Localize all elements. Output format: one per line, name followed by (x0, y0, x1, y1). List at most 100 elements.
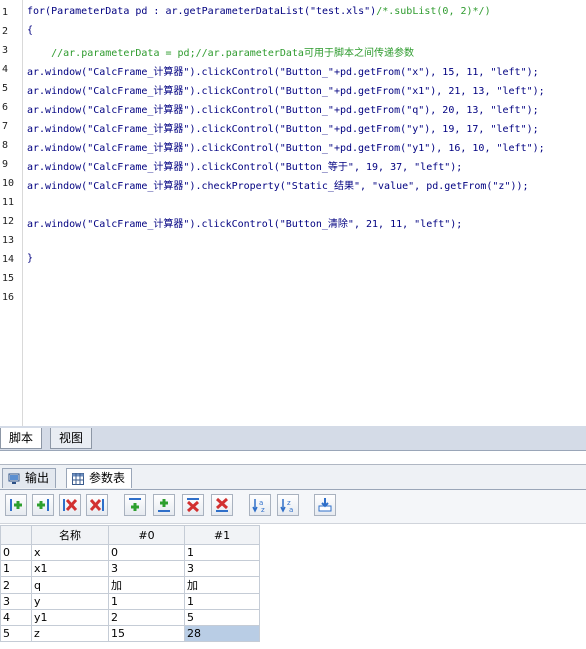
code-line[interactable]: 2{ (0, 23, 586, 42)
row-index-cell: 0 (0, 544, 32, 561)
delete-row-alt-button[interactable] (211, 494, 233, 516)
tab-view[interactable]: 视图 (50, 428, 93, 449)
code-line[interactable]: 7 ar.window("CalcFrame_计算器").clickControl… (0, 118, 586, 137)
table-row[interactable]: 5 z 15 28 (0, 625, 260, 642)
sort-descending-icon: za (280, 499, 293, 513)
import-icon (318, 498, 332, 512)
tab-output[interactable]: 输出 (2, 468, 57, 488)
table-cell[interactable]: 2 (108, 609, 185, 626)
line-number: 13 (2, 235, 15, 246)
code-text[interactable]: ar.window("CalcFrame_计算器").checkProperty… (27, 177, 529, 192)
insert-column-after-icon (37, 499, 49, 511)
line-number: 3 (2, 45, 9, 56)
line-number: 14 (2, 254, 15, 265)
code-text[interactable]: ar.window("CalcFrame_计算器").clickControl(… (27, 139, 545, 154)
tab-script[interactable]: 脚本 (0, 428, 43, 449)
table-cell[interactable]: x1 (31, 560, 109, 577)
insert-column-after-button[interactable] (32, 494, 54, 516)
table-row[interactable]: 0x01 (0, 544, 260, 561)
tab-parameter-table[interactable]: 参数表 (66, 468, 133, 488)
code-text[interactable]: for(ParameterData pd : ar.getParameterDa… (27, 6, 491, 17)
insert-column-before-button[interactable] (5, 494, 27, 516)
delete-column-alt-button[interactable] (86, 494, 108, 516)
table-cell[interactable]: 28 (184, 625, 260, 642)
code-text[interactable]: //ar.parameterData = pd;//ar.parameterDa… (27, 44, 414, 59)
table-row[interactable]: 4 y1 2 5 (0, 609, 260, 626)
line-number: 1 (2, 7, 9, 18)
table-row[interactable]: 2q加加 (0, 576, 260, 594)
line-number: 10 (2, 178, 15, 189)
code-comment: /*.subList(0, 2)*/) (376, 6, 491, 17)
row-index-cell: 3 (0, 593, 32, 610)
code-line[interactable]: 13 (0, 232, 586, 251)
import-button[interactable] (314, 494, 336, 516)
code-line[interactable]: 10 ar.window("CalcFrame_计算器").checkProper… (0, 175, 586, 194)
grid-header-row: 名称 #0 #1 (0, 525, 260, 545)
table-cell[interactable]: 15 (108, 625, 185, 642)
table-cell[interactable]: 加 (108, 576, 185, 594)
table-cell[interactable]: 5 (184, 609, 260, 626)
code-text[interactable]: ar.window("CalcFrame_计算器").clickControl(… (27, 215, 462, 230)
table-row[interactable]: 3y11 (0, 593, 260, 610)
code-text[interactable]: ar.window("CalcFrame_计算器").clickControl(… (27, 120, 539, 135)
column-header-1[interactable]: #1 (184, 525, 260, 545)
sort-ascending-button[interactable]: az (249, 494, 271, 516)
table-cell[interactable]: z (31, 625, 109, 642)
tab-parameter-table-label: 参数表 (89, 471, 126, 485)
code-line[interactable]: 6 ar.window("CalcFrame_计算器").clickControl… (0, 99, 586, 118)
code-text[interactable]: ar.window("CalcFrame_计算器").clickControl(… (27, 101, 539, 116)
code-text[interactable]: ar.window("CalcFrame_计算器").clickControl(… (27, 82, 545, 97)
code-line[interactable]: 11 (0, 194, 586, 213)
table-row[interactable]: 1 x1 3 3 (0, 560, 260, 577)
code-text[interactable]: ar.window("CalcFrame_计算器").clickControl(… (27, 63, 539, 78)
table-cell[interactable]: y (31, 593, 109, 610)
code-text[interactable]: ar.window("CalcFrame_计算器").clickControl(… (27, 158, 462, 173)
table-cell[interactable]: q (31, 576, 109, 594)
code-line[interactable]: 5 ar.window("CalcFrame_计算器").clickControl… (0, 80, 586, 99)
table-icon (72, 472, 84, 485)
code-line[interactable]: 3 //ar.parameterData = pd;//ar.parameter… (0, 42, 586, 61)
row-index-cell: 1 (0, 560, 32, 577)
table-cell[interactable]: 3 (108, 560, 185, 577)
code-line[interactable]: 12 ar.window("CalcFrame_计算器").clickContro… (0, 213, 586, 232)
line-number: 15 (2, 273, 15, 284)
monitor-icon (8, 472, 20, 484)
code-line[interactable]: 8 ar.window("CalcFrame_计算器").clickControl… (0, 137, 586, 156)
column-header-name[interactable]: 名称 (31, 525, 109, 545)
insert-row-below-icon (158, 499, 170, 512)
table-cell[interactable]: y1 (31, 609, 109, 626)
delete-column-icon (63, 498, 78, 512)
delete-column-button[interactable] (59, 494, 81, 516)
table-cell[interactable]: 1 (108, 593, 185, 610)
code-line[interactable]: 16 (0, 289, 586, 308)
table-cell[interactable]: 0 (108, 544, 185, 561)
table-cell[interactable]: x (31, 544, 109, 561)
script-tab-bar: 脚本 视图 (0, 426, 586, 451)
insert-row-below-button[interactable] (153, 494, 175, 516)
parameter-grid[interactable]: 名称 #0 #1 0 x 0 1 1 x1 3 3 2 q 加加 3 y 1 1 4 y1 2 5 5 z 15 28 (0, 525, 260, 642)
column-header-0[interactable]: #0 (108, 525, 185, 545)
sort-descending-button[interactable]: za (277, 494, 299, 516)
code-statement: ar.window("CalcFrame_计算器").clickControl(… (27, 105, 539, 116)
code-line[interactable]: 14} (0, 251, 586, 270)
code-statement: ar.window("CalcFrame_计算器").clickControl(… (27, 124, 539, 135)
code-statement: ar.window("CalcFrame_计算器").clickControl(… (27, 219, 463, 230)
code-line[interactable]: 9 ar.window("CalcFrame_计算器").clickControl… (0, 156, 586, 175)
code-statement: } (27, 253, 34, 264)
tab-output-label: 输出 (25, 471, 50, 485)
code-editor[interactable]: 1 for(ParameterData pd : ar.getParameterD… (0, 0, 586, 427)
code-line[interactable]: 4 ar.window("CalcFrame_计算器").clickControl… (0, 61, 586, 80)
delete-row-icon (186, 498, 200, 513)
table-cell[interactable]: 1 (184, 593, 260, 610)
insert-row-above-button[interactable] (124, 494, 146, 516)
delete-row-button[interactable] (182, 494, 204, 516)
table-cell[interactable]: 3 (184, 560, 260, 577)
table-cell[interactable]: 1 (184, 544, 260, 561)
grid-corner-header (0, 525, 32, 545)
table-cell[interactable]: 加 (184, 576, 260, 594)
code-text[interactable]: } (27, 253, 33, 264)
code-line[interactable]: 1 for(ParameterData pd : ar.getParameterD… (0, 4, 586, 23)
code-line[interactable]: 15 (0, 270, 586, 289)
code-text[interactable]: { (27, 25, 33, 36)
code-comment: //ar.parameterData = pd;//ar.parameterDa… (51, 48, 414, 59)
